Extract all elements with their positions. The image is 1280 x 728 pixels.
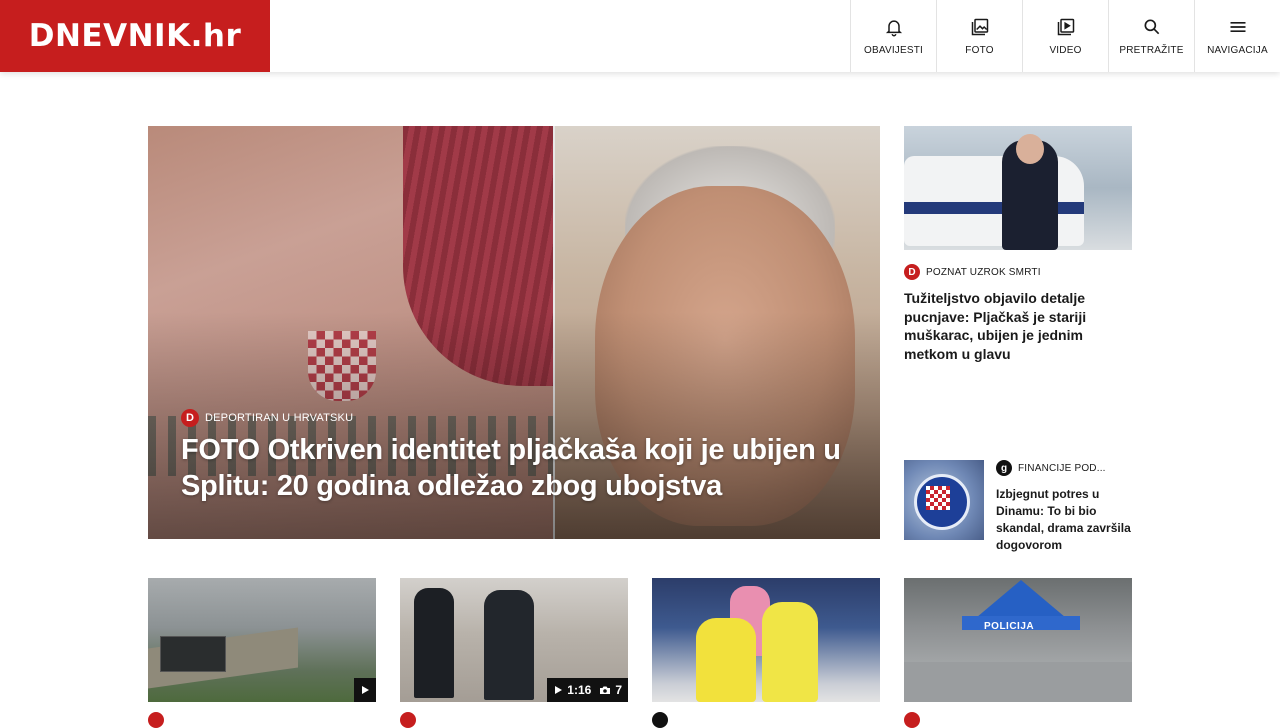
article-card-2[interactable]: 1:16 7 (400, 578, 628, 702)
hero-article[interactable]: D DEPORTIRAN U HRVATSKU FOTO Otkriven id… (148, 126, 880, 539)
nav-label: PRETRAŽITE (1119, 44, 1184, 56)
nav-label: OBAVIJESTI (863, 44, 924, 56)
side-article-1-headline[interactable]: Tužiteljstvo objavilo detalje pucnjave: … (904, 289, 1132, 363)
nav-label: NAVIGACIJA (1207, 44, 1268, 56)
nav-label: FOTO (965, 44, 994, 56)
side-article-2-category-label: FINANCIJE POD... (1018, 462, 1106, 474)
card-1-category-icon (148, 712, 164, 728)
video-duration: 1:16 (567, 683, 592, 697)
header-nav: OBAVIJESTI FOTO VIDEO PRETRAŽITE NAVIGAC… (850, 0, 1280, 72)
play-icon (362, 686, 369, 694)
article-card-3[interactable] (652, 578, 880, 702)
article-card-1[interactable] (148, 578, 376, 702)
site-header: DNEVNIK.hr OBAVIJESTI FOTO VIDEO PRETRAŽ… (0, 0, 1280, 72)
search-icon (1144, 19, 1159, 34)
article-card-4[interactable]: POLICIJA (904, 578, 1132, 702)
nav-video[interactable]: VIDEO (1022, 0, 1108, 72)
tent-lettering: POLICIJA (984, 621, 1035, 632)
gol-g-icon: g (996, 460, 1012, 476)
nav-photo[interactable]: FOTO (936, 0, 1022, 72)
dnevnik-d-icon: D (904, 264, 920, 280)
card-4-category-icon (904, 712, 920, 728)
hamburger-menu-icon (1230, 21, 1245, 32)
side-article-1-image[interactable] (904, 126, 1132, 250)
video-play-icon (1057, 18, 1074, 35)
nav-notifications[interactable]: OBAVIJESTI (850, 0, 936, 72)
side-article-1-category: D POZNAT UZROK SMRTI (904, 264, 1041, 280)
logo-text: DNEVNIK.hr (28, 18, 242, 54)
nav-label: VIDEO (1049, 44, 1082, 56)
card-3-category-icon (652, 712, 668, 728)
media-badge (354, 678, 376, 702)
hero-category: D DEPORTIRAN U HRVATSKU (181, 409, 353, 427)
side-article-2-image[interactable] (904, 460, 984, 540)
camera-icon (600, 686, 611, 694)
site-logo[interactable]: DNEVNIK.hr (0, 0, 270, 72)
bell-icon (885, 19, 902, 36)
media-badge: 1:16 7 (547, 678, 628, 702)
side-article-2-headline[interactable]: Izbjegnut potres u Dinamu: To bi bio ska… (996, 486, 1132, 554)
hero-headline[interactable]: FOTO Otkriven identitet pljačkaša koji j… (181, 432, 861, 504)
photo-count: 7 (615, 683, 622, 697)
dnevnik-d-icon: D (181, 409, 199, 427)
card-2-category-icon (400, 712, 416, 728)
play-icon (555, 686, 563, 694)
photo-gallery-icon (971, 18, 988, 35)
side-article-2-category: g FINANCIJE POD... (996, 460, 1106, 476)
side-article-1-category-label: POZNAT UZROK SMRTI (926, 266, 1041, 278)
hero-category-label: DEPORTIRAN U HRVATSKU (205, 412, 354, 424)
nav-search[interactable]: PRETRAŽITE (1108, 0, 1194, 72)
nav-menu[interactable]: NAVIGACIJA (1194, 0, 1280, 72)
